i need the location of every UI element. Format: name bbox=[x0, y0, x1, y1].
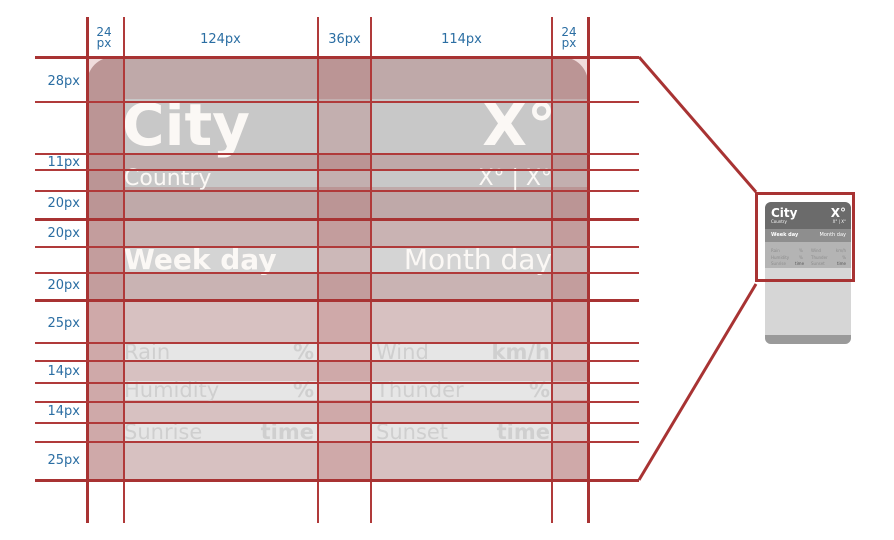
zoom-highlight-frame bbox=[755, 192, 855, 282]
connector-line-top bbox=[637, 56, 758, 193]
connector-line-bottom bbox=[637, 283, 758, 481]
preview-footer bbox=[765, 335, 851, 344]
